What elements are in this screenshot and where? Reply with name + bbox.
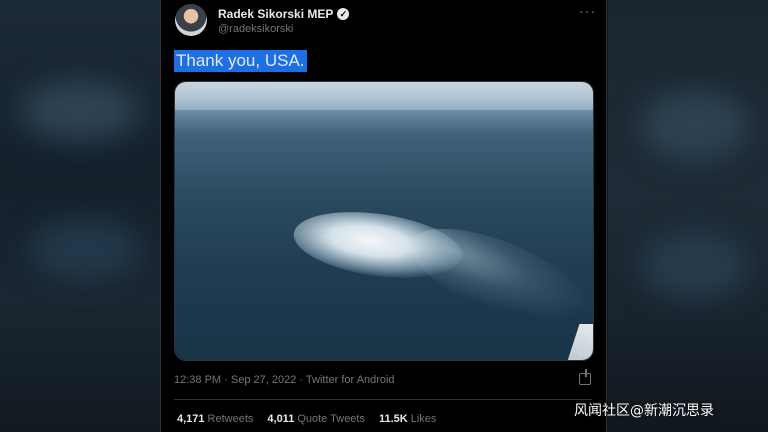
tweet-photo[interactable] — [174, 81, 594, 361]
author-row: Radek Sikorski MEP ✓ — [218, 7, 350, 21]
backdrop-right — [608, 0, 768, 432]
quote-tweets-stat[interactable]: 4,011 Quote Tweets — [267, 413, 365, 425]
verified-badge-icon: ✓ — [337, 8, 350, 20]
backdrop-blob — [30, 220, 140, 280]
divider — [174, 399, 592, 400]
tweet-meta[interactable]: 12:38 PM · Sep 27, 2022 · Twitter for An… — [174, 374, 395, 386]
backdrop-blob — [20, 80, 140, 140]
tweet-stats: 4,171 Retweets 4,011 Quote Tweets 11.5K Lik… — [177, 413, 436, 425]
author-name[interactable]: Radek Sikorski MEP — [218, 7, 333, 21]
retweets-label: Retweets — [207, 413, 254, 425]
share-icon[interactable] — [579, 369, 591, 385]
tweet-card: Radek Sikorski MEP ✓ @radeksikorski ··· … — [160, 0, 607, 432]
likes-count: 11.5K — [378, 413, 408, 425]
quote-tweets-count: 4,011 — [267, 413, 295, 425]
avatar[interactable] — [175, 4, 207, 36]
backdrop-blob — [640, 230, 750, 300]
backdrop-left — [0, 0, 162, 432]
likes-stat[interactable]: 11.5K Likes — [379, 413, 436, 425]
watermark: 风闻社区@新潮沉思录 — [574, 403, 714, 419]
retweets-count: 4,171 — [177, 413, 205, 425]
more-horizontal-icon[interactable]: ··· — [579, 3, 596, 19]
retweets-stat[interactable]: 4,171 Retweets — [177, 413, 253, 425]
likes-label: Likes — [410, 413, 437, 425]
author-handle[interactable]: @radeksikorski — [218, 23, 293, 35]
tweet-text: Thank you, USA. — [174, 50, 307, 72]
quote-tweets-label: Quote Tweets — [297, 413, 365, 425]
backdrop-blob — [640, 90, 750, 160]
